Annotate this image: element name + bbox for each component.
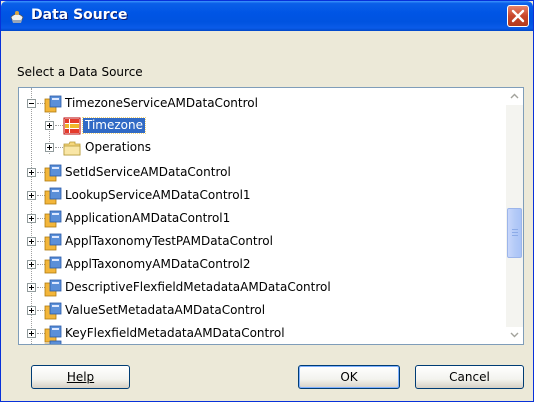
ok-button-label: OK: [340, 370, 358, 384]
help-button[interactable]: Help: [31, 365, 130, 389]
close-button[interactable]: [507, 5, 529, 27]
table-collection-icon: [63, 117, 81, 135]
tree-node-label: ApplTaxonomyTestPAMDataControl: [65, 234, 273, 248]
title-bar[interactable]: Data Source: [1, 1, 533, 31]
tree-node-label: Operations: [85, 140, 151, 154]
cancel-button[interactable]: Cancel: [415, 365, 524, 389]
expand-icon[interactable]: [27, 214, 36, 223]
data-control-icon: [44, 233, 62, 251]
data-source-icon: [10, 11, 24, 23]
data-control-icon: [44, 302, 62, 320]
expand-icon[interactable]: [27, 329, 36, 338]
tree-node-label: ApplicationAMDataControl1: [65, 211, 231, 225]
data-control-icon: [44, 279, 62, 297]
data-source-dialog: Data Source Select a Data Source Timezon…: [0, 0, 534, 402]
folder-icon: [63, 141, 81, 156]
tree-node-label: SetIdServiceAMDataControl: [65, 165, 231, 179]
expand-icon[interactable]: [27, 191, 36, 200]
chevron-up-icon: [510, 93, 519, 99]
tree-node-label: ApplTaxonomyAMDataControl2: [65, 257, 251, 271]
tree-node-appltaxonomy[interactable]: ApplTaxonomyAMDataControl2: [19, 254, 507, 276]
vertical-scrollbar[interactable]: [506, 88, 523, 344]
tree-node-setidservice[interactable]: SetIdServiceAMDataControl: [19, 162, 507, 184]
scrollbar-thumb[interactable]: [507, 208, 522, 258]
tree-node-descriptiveflexfield[interactable]: DescriptiveFlexfieldMetadataAMDataContro…: [19, 277, 507, 299]
thumb-grip: [512, 235, 518, 236]
expand-icon[interactable]: [45, 121, 54, 130]
data-control-icon: [44, 340, 62, 344]
window-title: Data Source: [31, 7, 128, 23]
expand-icon[interactable]: [45, 143, 54, 152]
expand-icon[interactable]: [27, 306, 36, 315]
tree-node-applicationam[interactable]: ApplicationAMDataControl1: [19, 208, 507, 230]
data-source-tree[interactable]: TimezoneServiceAMDataControl Timezone Op…: [18, 87, 524, 345]
data-control-icon: [44, 210, 62, 228]
tree-node-timezone[interactable]: Timezone: [19, 115, 507, 137]
close-icon: [511, 9, 525, 23]
data-control-icon: [44, 187, 62, 205]
dialog-prompt: Select a Data Source: [17, 65, 143, 79]
scroll-down-button[interactable]: [506, 327, 523, 344]
expand-icon[interactable]: [27, 260, 36, 269]
help-button-label: Help: [66, 370, 95, 384]
data-control-icon: [44, 164, 62, 182]
expand-icon[interactable]: [27, 283, 36, 292]
collapse-icon[interactable]: [27, 99, 36, 108]
tree-connector: [55, 147, 63, 148]
tree-node-operations[interactable]: Operations: [19, 137, 507, 159]
tree-node-label: DescriptiveFlexfieldMetadataAMDataContro…: [65, 280, 331, 294]
chevron-down-icon: [510, 332, 519, 338]
tree-node-label: LookupServiceAMDataControl1: [65, 188, 251, 202]
scroll-up-button[interactable]: [506, 88, 523, 105]
tree-node-label: ValueSetMetadataAMDataControl: [65, 303, 266, 317]
tree-node-appltaxonomytest[interactable]: ApplTaxonomyTestPAMDataControl: [19, 231, 507, 253]
expand-icon[interactable]: [27, 168, 36, 177]
expand-icon[interactable]: [27, 237, 36, 246]
thumb-grip: [512, 232, 518, 233]
tree-node-keyflexfield[interactable]: KeyFlexfieldMetadataAMDataControl: [19, 323, 507, 344]
tree-connector: [55, 125, 63, 126]
tree-node-valueset[interactable]: ValueSetMetadataAMDataControl: [19, 300, 507, 322]
tree-node-timezoneservice[interactable]: TimezoneServiceAMDataControl: [19, 93, 507, 115]
ok-button[interactable]: OK: [298, 365, 400, 389]
tree-node-label: KeyFlexfieldMetadataAMDataControl: [65, 326, 285, 340]
thumb-grip: [512, 229, 518, 230]
cancel-button-label: Cancel: [449, 370, 490, 384]
tree-node-lookupservice[interactable]: LookupServiceAMDataControl1: [19, 185, 507, 207]
tree-node-label: Timezone: [82, 117, 146, 134]
data-control-icon: [44, 95, 62, 113]
tree-node-label: TimezoneServiceAMDataControl: [65, 96, 258, 110]
data-control-icon: [44, 256, 62, 274]
